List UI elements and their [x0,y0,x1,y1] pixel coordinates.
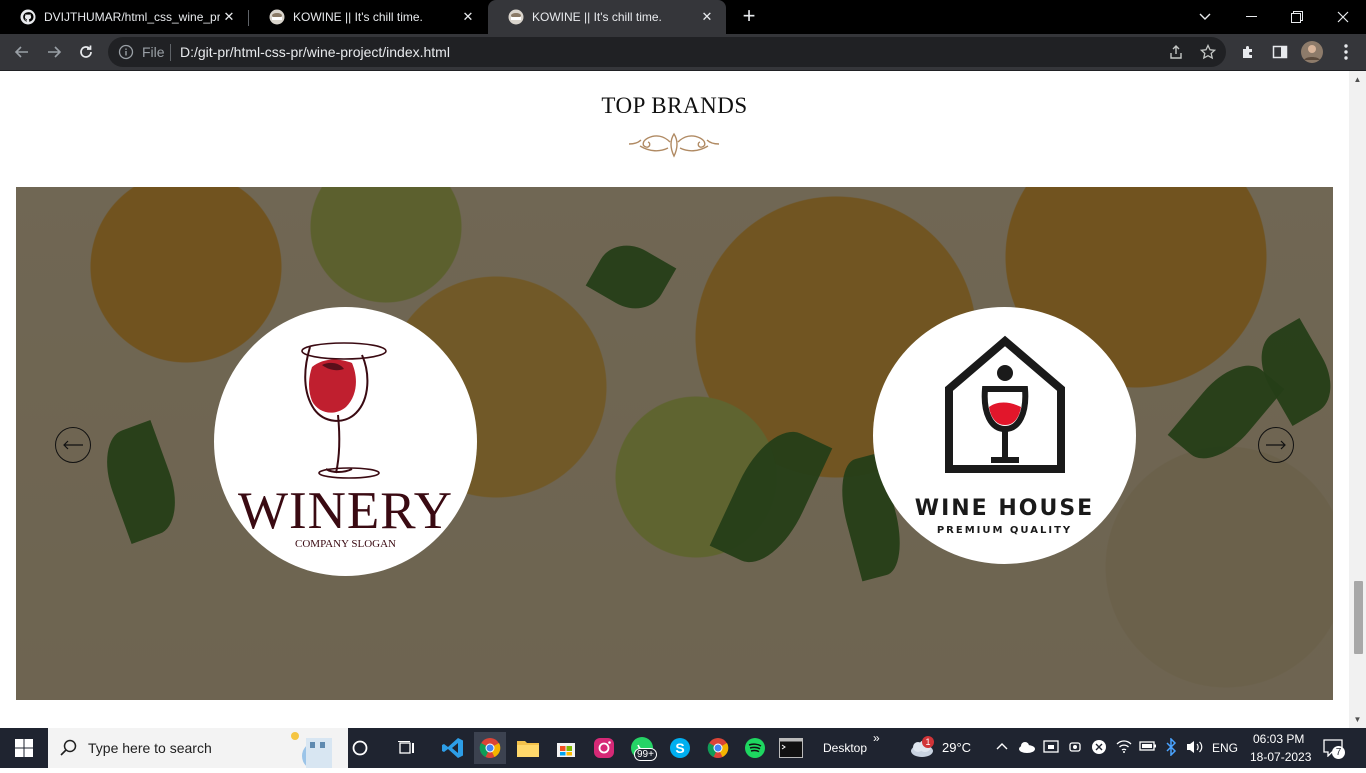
language-indicator[interactable]: ENG [1212,741,1238,755]
brand-card-winery[interactable]: WINERY COMPANY SLOGAN [214,307,477,576]
screen-capture-icon[interactable] [1043,739,1059,758]
page-scrollbar[interactable]: ▲ ▼ [1349,71,1366,728]
url-scheme-label: File [142,44,165,60]
tab-close-icon[interactable]: ✕ [220,9,238,25]
wine-site-icon [508,9,524,25]
brand-name: WINERY [237,482,454,540]
tab-search-chevron-icon[interactable] [1182,0,1228,34]
scroll-up-arrow-icon[interactable]: ▲ [1353,75,1362,84]
tab-github-repo[interactable]: DVIJTHUMAR/html_css_wine_pro ✕ [0,0,248,34]
bluetooth-icon[interactable] [1165,737,1177,759]
brand-name: WINE HOUSE [914,496,1095,521]
chrome-menu-icon[interactable] [1332,38,1360,66]
search-icon [60,739,78,762]
skype-icon[interactable]: S [664,732,696,764]
vpn-shield-icon[interactable] [1092,739,1106,758]
web-page: TOP BRANDS WINERY COMPANY SLOGAN WINE HO… [0,71,1349,728]
tab-close-icon[interactable]: ✕ [459,9,477,25]
microsoft-store-icon[interactable] [550,732,582,764]
instagram-icon[interactable] [588,732,620,764]
file-explorer-icon[interactable] [512,732,544,764]
desktop-toolbar-label[interactable]: Desktop [823,741,867,755]
extensions-puzzle-icon[interactable] [1234,38,1262,66]
battery-icon[interactable] [1139,739,1157,756]
brand-slogan: COMPANY SLOGAN [295,538,396,550]
chrome-taskbar-icon[interactable] [474,732,506,764]
ornament-divider-icon [628,132,720,158]
notification-count-badge: 7 [1332,746,1345,759]
forward-icon[interactable] [40,38,68,66]
chevron-double-right-icon[interactable]: » [873,731,880,745]
slider-next-arrow-icon[interactable] [1258,427,1294,463]
github-icon [20,9,36,25]
whatsapp-badge: 99+ [634,748,657,761]
vscode-icon[interactable] [437,732,469,764]
weather-cloud-icon[interactable]: 1 [906,732,938,764]
tab-title: KOWINE || It's chill time. [532,10,662,24]
slider-prev-arrow-icon[interactable] [55,427,91,463]
wine-site-icon [269,9,285,25]
windows-taskbar: Type here to search 99+ S Desktop » 1 29… [0,728,1366,770]
cortana-icon[interactable] [344,732,376,764]
new-tab-button[interactable]: + [737,5,761,29]
tab-kowine[interactable]: KOWINE || It's chill time. ✕ [249,0,487,34]
close-window-icon[interactable] [1320,0,1366,34]
tab-kowine-active[interactable]: KOWINE || It's chill time. ✕ [488,0,726,34]
info-icon[interactable] [118,44,134,60]
volume-icon[interactable] [1186,739,1204,758]
minimize-icon[interactable] [1228,0,1274,34]
weather-temperature[interactable]: 29°C [942,740,971,755]
terminal-icon[interactable] [775,732,807,764]
brand-slogan: PREMIUM QUALITY [936,525,1073,536]
restore-icon[interactable] [1274,0,1320,34]
show-hidden-icons-icon[interactable] [996,739,1008,753]
divider [170,44,171,61]
clock-time[interactable]: 06:03 PM [1253,732,1304,746]
back-icon[interactable] [8,38,36,66]
weather-badge: 1 [922,736,934,748]
task-view-icon[interactable] [391,732,423,764]
camera-icon[interactable] [1068,739,1082,758]
tab-close-icon[interactable]: ✕ [698,9,716,25]
search-placeholder: Type here to search [88,740,212,756]
share-icon[interactable] [1165,41,1187,63]
windows-start-icon[interactable] [8,732,40,764]
side-panel-icon[interactable] [1266,38,1294,66]
browser-tab-strip: DVIJTHUMAR/html_css_wine_pro ✕ KOWINE ||… [0,0,1366,34]
taskbar-search-box[interactable]: Type here to search [48,728,348,770]
tab-title: KOWINE || It's chill time. [293,10,423,24]
whatsapp-icon[interactable]: 99+ [626,732,658,764]
reload-icon[interactable] [72,38,100,66]
onedrive-icon[interactable] [1018,740,1036,757]
scrollbar-thumb[interactable] [1354,581,1363,654]
clock-date[interactable]: 18-07-2023 [1250,750,1311,764]
brand-card-wine-house[interactable]: WINE HOUSE PREMIUM QUALITY [873,307,1136,564]
svg-text:S: S [675,740,684,756]
search-highlight-illustration-icon [268,730,348,773]
notification-center-icon[interactable]: 7 [1323,739,1345,760]
spotify-icon[interactable] [739,732,771,764]
section-title: TOP BRANDS [601,93,748,118]
profile-avatar[interactable] [1298,38,1326,66]
tab-title: DVIJTHUMAR/html_css_wine_pro [44,10,220,24]
chrome-profile-icon[interactable] [702,732,734,764]
bookmark-star-icon[interactable] [1197,41,1219,63]
url-text[interactable]: D:/git-pr/html-css-pr/wine-project/index… [180,44,450,60]
address-bar[interactable]: File D:/git-pr/html-css-pr/wine-project/… [108,37,1226,67]
wifi-icon[interactable] [1116,739,1132,756]
browser-toolbar: File D:/git-pr/html-css-pr/wine-project/… [0,34,1366,71]
scroll-down-arrow-icon[interactable]: ▼ [1353,715,1362,724]
brand-slider: WINERY COMPANY SLOGAN WINE HOUSE PREMIUM… [16,187,1333,700]
